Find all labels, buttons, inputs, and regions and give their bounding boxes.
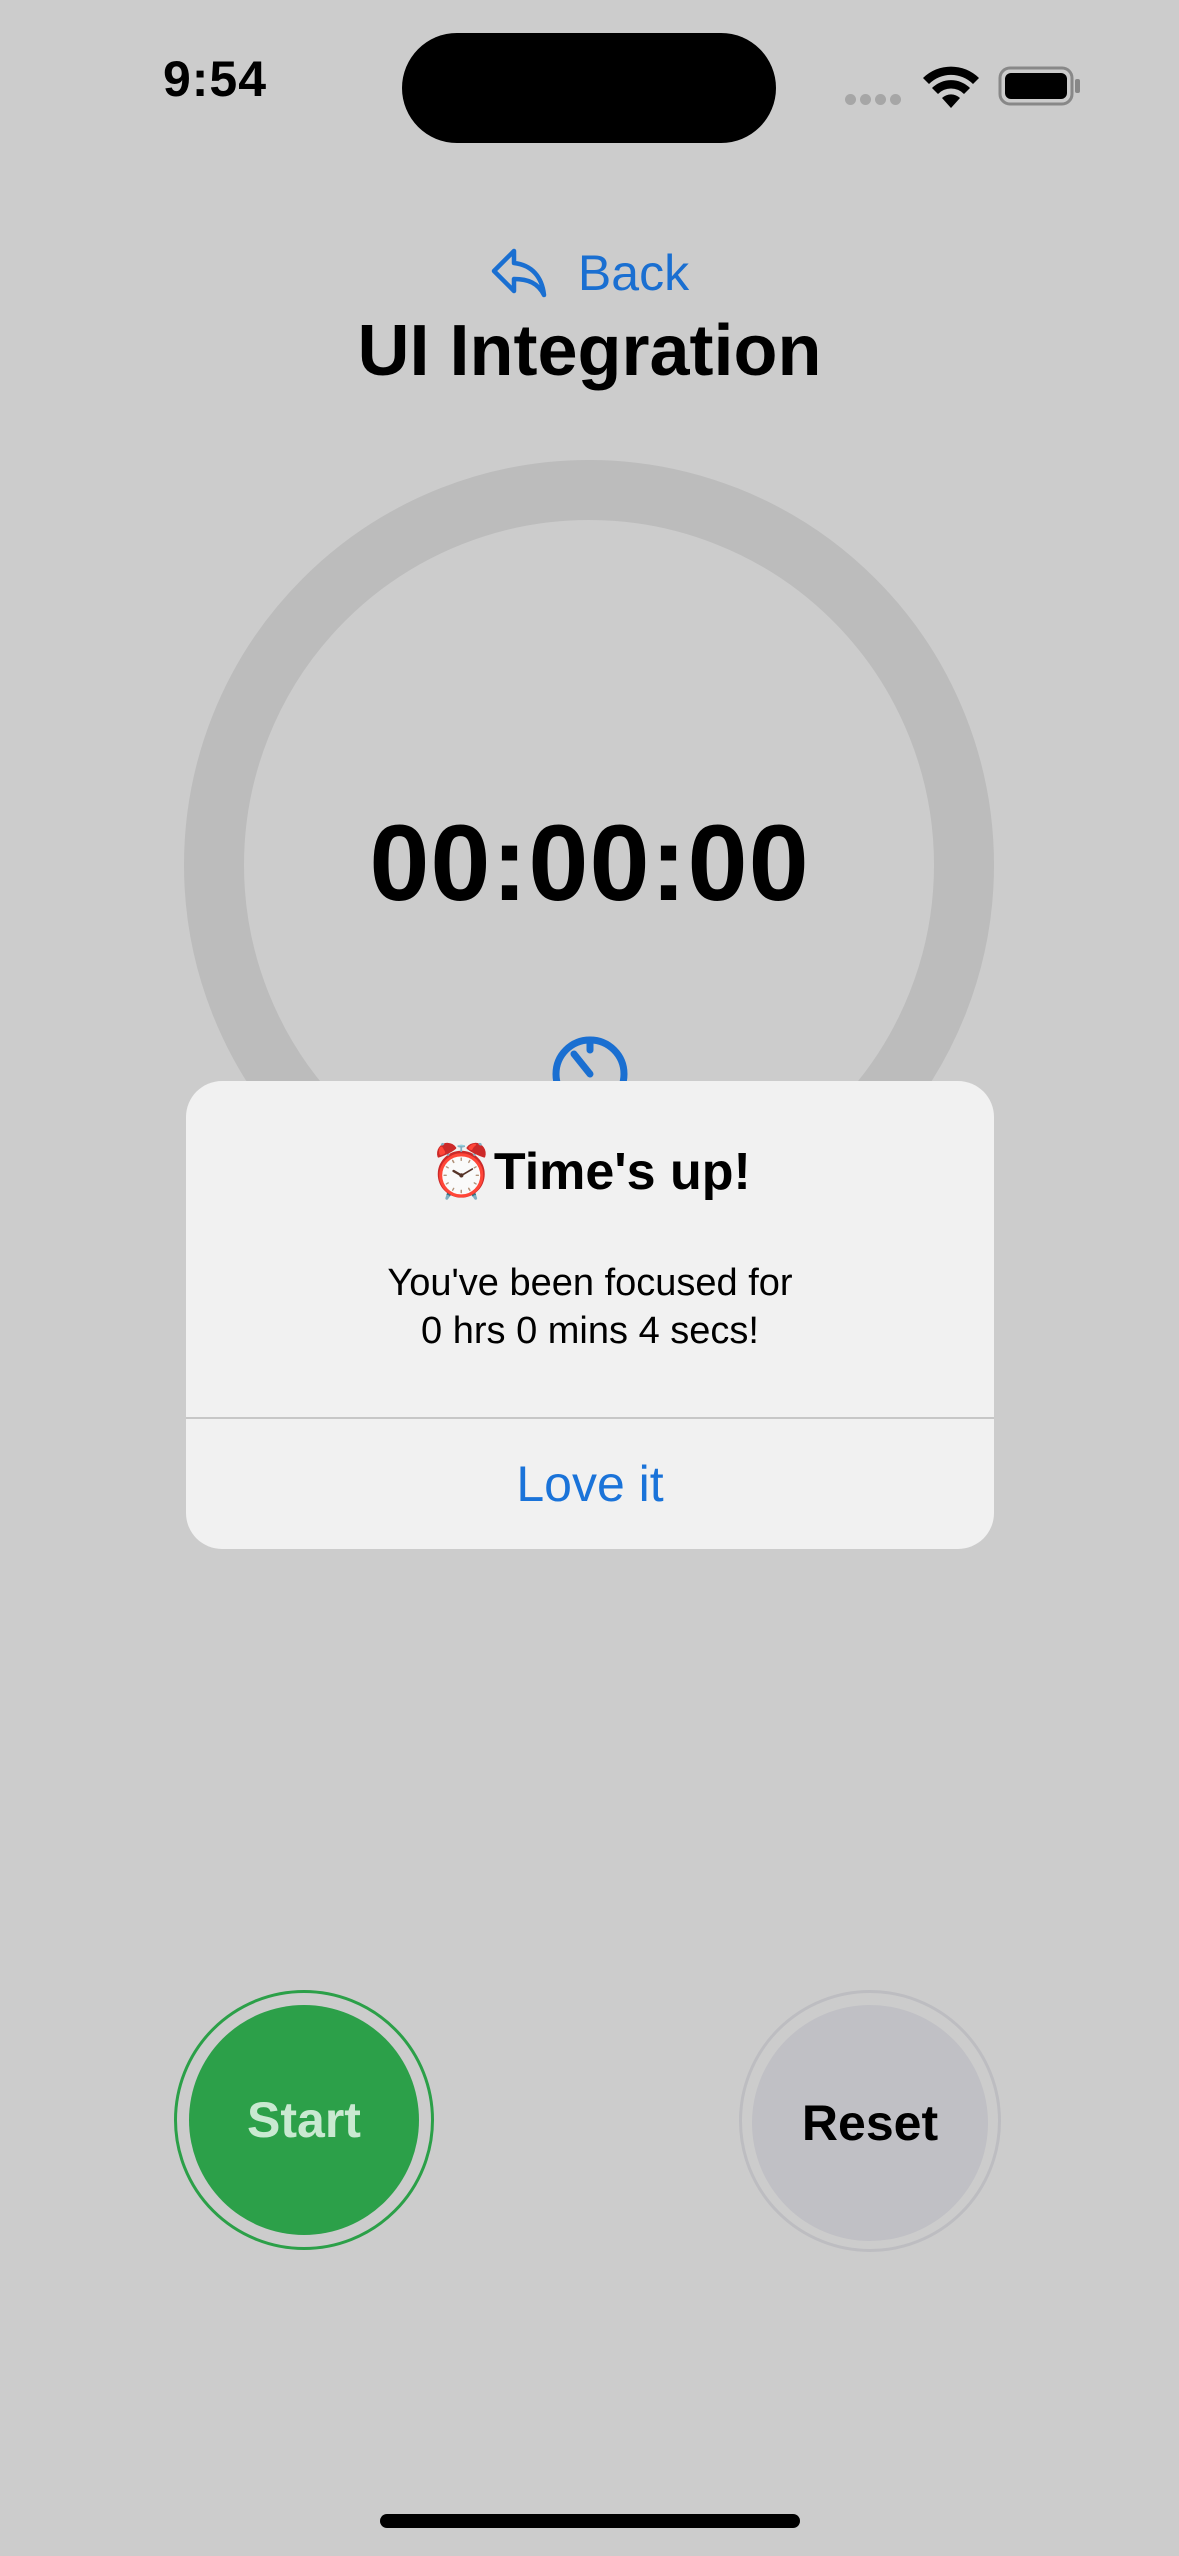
battery-icon [998,66,1082,106]
alert-title: ⏰Time's up! [429,1143,751,1201]
wifi-icon [922,66,980,110]
alert-message-line-1: You've been focused for [387,1262,793,1304]
love-it-button[interactable]: Love it [186,1419,994,1549]
dynamic-island [402,33,776,143]
reset-button[interactable]: Reset [752,2005,988,2241]
back-button[interactable]: Back [0,238,1179,308]
cellular-signal-icon [845,92,905,106]
alert-message-line-2: 0 hrs 0 mins 4 secs! [421,1310,759,1352]
back-arrow-icon [491,248,547,298]
back-label: Back [577,245,690,301]
status-time: 9:54 [162,51,268,107]
home-indicator[interactable] [380,2514,800,2528]
page-title: UI Integration [357,311,822,391]
alert-dialog: ⏰Time's up! You've been focused for 0 hr… [186,1081,994,1549]
timer-display: 00:00:00 [369,802,810,923]
start-button[interactable]: Start [189,2005,419,2235]
alert-message: You've been focused for 0 hrs 0 mins 4 s… [186,1259,994,1355]
